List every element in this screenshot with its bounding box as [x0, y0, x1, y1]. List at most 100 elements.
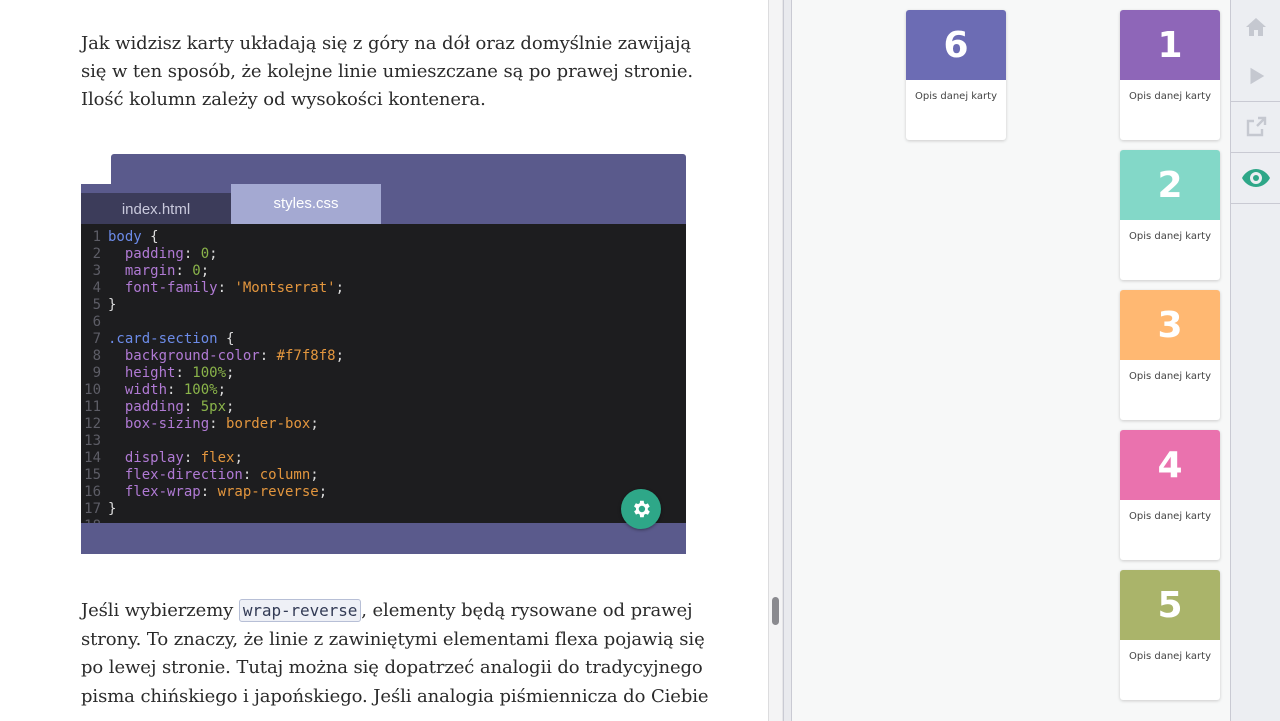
- eye-icon: [1242, 169, 1270, 187]
- code-token: ;: [226, 365, 235, 381]
- card-description: Opis danej karty: [1128, 371, 1211, 382]
- code-text: display: flex;: [108, 450, 243, 467]
- paragraph-line: po lewej stronie. Tutaj można się dopatr…: [81, 657, 703, 678]
- code-text: padding: 5px;: [108, 399, 235, 416]
- code-token: }: [108, 501, 117, 517]
- line-number: 10: [84, 382, 101, 398]
- code-token: :: [183, 399, 201, 415]
- external-link-icon: [1246, 116, 1267, 137]
- code-token: }: [108, 297, 117, 313]
- code-token: column: [259, 467, 311, 483]
- intro-paragraph: Jak widzisz karty układają się z góry na…: [81, 30, 693, 114]
- card-description: Opis danej karty: [914, 91, 997, 102]
- code-token: ;: [310, 416, 319, 432]
- run-button[interactable]: [1231, 51, 1280, 101]
- card-number: 1: [1120, 10, 1220, 80]
- code-token: .card-section: [108, 331, 218, 347]
- code-line: 7 .card-section {: [81, 331, 686, 348]
- code-token: :: [175, 365, 193, 381]
- code-token: box-sizing: [108, 416, 210, 432]
- code-token: ;: [209, 246, 218, 262]
- code-text: }: [108, 501, 116, 518]
- code-token: ;: [318, 484, 328, 500]
- pane-splitter[interactable]: [768, 0, 783, 721]
- code-token: ;: [335, 280, 345, 296]
- card-2: 2 Opis danej karty: [1120, 150, 1220, 280]
- code-token: border-box: [226, 416, 311, 432]
- code-token: margin: [108, 263, 176, 279]
- code-text: font-family: 'Montserrat';: [108, 280, 344, 297]
- code-text: padding: 0;: [108, 246, 218, 263]
- paragraph-line: pisma chińskiego i japońskiego. Jeśli an…: [81, 685, 709, 707]
- code-token: {: [141, 229, 159, 245]
- line-number: 12: [84, 416, 101, 432]
- line-number: 1: [92, 229, 101, 245]
- code-token: padding: [108, 399, 184, 415]
- code-token: :: [217, 280, 235, 296]
- code-line: 1 body {: [81, 229, 686, 246]
- code-line: 6: [81, 314, 686, 331]
- code-token: flex-direction: [108, 467, 243, 483]
- code-token: ;: [226, 399, 235, 415]
- card-1: 1 Opis danej karty: [1120, 10, 1220, 140]
- code-line: 13: [81, 433, 686, 450]
- code-token: 0: [200, 246, 210, 262]
- code-token: 0: [192, 263, 201, 279]
- editor-footer: [81, 523, 686, 554]
- code-text: flex-direction: column;: [108, 467, 319, 484]
- card-number: 3: [1120, 290, 1220, 360]
- code-editor: index.html styles.css 1 body {2 padding: …: [81, 154, 686, 554]
- code-token: 5px: [200, 399, 227, 415]
- paragraph-line: Jeśli wybierzemy wrap-reverse, elementy …: [81, 597, 708, 626]
- open-external-button[interactable]: [1231, 102, 1280, 152]
- intro-line: Jak widzisz karty układają się z góry na…: [81, 33, 691, 54]
- card-4: 4 Opis danej karty: [1120, 430, 1220, 560]
- card-number: 6: [906, 10, 1006, 80]
- preview-toggle-button[interactable]: [1231, 153, 1280, 203]
- code-token: flex: [200, 450, 235, 466]
- line-number: 16: [84, 484, 101, 500]
- settings-button[interactable]: [621, 489, 661, 529]
- toolbar-divider: [1231, 203, 1280, 204]
- code-token: 100%: [192, 365, 227, 381]
- card-6: 6 Opis danej karty: [906, 10, 1006, 140]
- code-token: {: [217, 331, 235, 347]
- code-text: width: 100%;: [108, 382, 226, 399]
- line-number: 4: [92, 280, 101, 296]
- code-token: 'Montserrat': [234, 280, 336, 296]
- code-line: 10 width: 100%;: [81, 382, 686, 399]
- line-number: 15: [84, 467, 101, 483]
- line-number: 13: [84, 433, 101, 449]
- code-token: :: [175, 263, 193, 279]
- code-line: 3 margin: 0;: [81, 263, 686, 280]
- code-token: #f7f8f8: [276, 348, 336, 364]
- card-description: Opis danej karty: [1128, 651, 1211, 662]
- code-token: 100%: [183, 382, 218, 398]
- line-number: 8: [92, 348, 101, 364]
- code-area[interactable]: 1 body {2 padding: 0; 3 margin: 0; 4 font-f…: [81, 224, 686, 523]
- code-token: display: [108, 450, 184, 466]
- code-line: 14 display: flex;: [81, 450, 686, 467]
- paragraph-text: Jeśli wybierzemy: [81, 600, 239, 621]
- intro-line: się w ten sposób, że kolejne linie umies…: [81, 61, 694, 82]
- code-token: :: [167, 382, 184, 398]
- code-line: 8 background-color: #f7f8f8;: [81, 348, 686, 365]
- code-token: font-family: [108, 280, 218, 296]
- inline-code: wrap-reverse: [238, 599, 362, 622]
- play-icon: [1250, 67, 1265, 85]
- code-token: :: [183, 246, 201, 262]
- code-line: 4 font-family: 'Montserrat';: [81, 280, 686, 297]
- code-token: ;: [335, 348, 345, 364]
- preview-pane: 1 Opis danej karty 2 Opis danej karty 3 Opis …: [792, 0, 1230, 721]
- splitter-handle[interactable]: [772, 597, 779, 625]
- card-5: 5 Opis danej karty: [1120, 570, 1220, 700]
- gear-icon: [634, 500, 650, 518]
- card-3: 3 Opis danej karty: [1120, 290, 1220, 420]
- line-number: 5: [92, 297, 101, 313]
- code-token: :: [200, 484, 218, 500]
- tab-styles-css[interactable]: styles.css: [231, 184, 381, 224]
- tab-index-html[interactable]: index.html: [81, 193, 231, 224]
- home-button[interactable]: [1231, 2, 1280, 52]
- code-token: height: [108, 365, 176, 381]
- code-token: :: [183, 450, 201, 466]
